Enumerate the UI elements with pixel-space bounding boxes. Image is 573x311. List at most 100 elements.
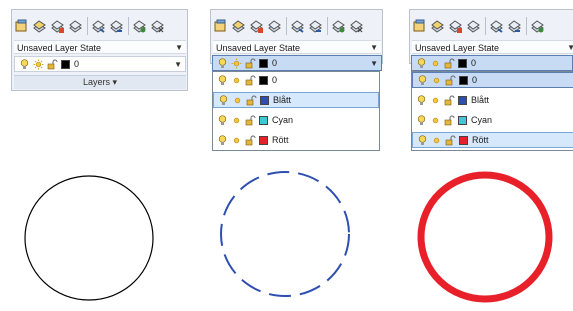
layer-dropdown-list: 0 Blått Cyan Rött	[212, 71, 380, 151]
layer-color-swatch	[458, 95, 467, 105]
lightbulb-icon[interactable]	[217, 134, 228, 146]
layer-list-item[interactable]: Cyan	[213, 112, 379, 128]
sun-icon[interactable]	[430, 58, 441, 69]
layer-dropdown-list: 0 Blått Cyan Rött	[411, 71, 573, 151]
layer-state-icon[interactable]	[32, 19, 47, 34]
layer-state-select[interactable]: Unsaved Layer State ▼	[412, 40, 573, 54]
layer-previous-icon[interactable]	[109, 19, 124, 34]
layer-name: 0	[272, 75, 278, 85]
layer-name: 0	[74, 59, 80, 69]
sun-icon[interactable]	[430, 115, 441, 126]
lightbulb-icon[interactable]	[417, 134, 428, 146]
layer-off-icon[interactable]	[349, 19, 364, 34]
lightbulb-icon[interactable]	[416, 57, 427, 69]
layer-name: Cyan	[471, 115, 493, 125]
toolbar-separator	[485, 17, 486, 35]
lock-icon[interactable]	[245, 75, 256, 86]
current-layer-select[interactable]: 0 ▼	[212, 55, 382, 71]
layer-color-swatch	[459, 75, 468, 85]
blue-dashed-circle	[220, 171, 350, 297]
current-layer-select[interactable]: 0	[411, 55, 573, 71]
sun-icon[interactable]	[231, 75, 242, 86]
sun-icon[interactable]	[232, 95, 243, 106]
lightbulb-icon[interactable]	[217, 74, 228, 86]
lock-icon[interactable]	[246, 95, 257, 106]
layer-match-icon[interactable]	[290, 19, 305, 34]
panel-expand-arrow: ▾	[112, 77, 118, 87]
sun-icon[interactable]	[231, 58, 242, 69]
layer-list-item[interactable]: Rött	[412, 132, 573, 148]
layer-toolbar	[213, 12, 367, 40]
sun-icon[interactable]	[431, 135, 442, 146]
sun-icon[interactable]	[431, 75, 442, 86]
layer-isolate-icon[interactable]	[68, 19, 83, 34]
layer-match-icon[interactable]	[489, 19, 504, 34]
lock-icon[interactable]	[444, 115, 455, 126]
layer-off-icon[interactable]	[150, 19, 165, 34]
layer-list-item[interactable]: Blått	[412, 92, 573, 108]
toolbar-separator	[128, 17, 129, 35]
lightbulb-icon[interactable]	[416, 94, 427, 106]
layer-previous-icon[interactable]	[308, 19, 323, 34]
layer-freeze-icon[interactable]	[132, 19, 147, 34]
lightbulb-icon[interactable]	[217, 114, 228, 126]
layer-properties-icon[interactable]	[412, 19, 427, 34]
layer-state-icon[interactable]	[231, 19, 246, 34]
sun-icon[interactable]	[430, 95, 441, 106]
layers-panel-1: Unsaved Layer State ▼ 0 ▼ Layers ▾	[11, 9, 188, 91]
layer-state-icon[interactable]	[430, 19, 445, 34]
layer-state-select[interactable]: Unsaved Layer State ▼	[213, 40, 381, 54]
layer-isolate-icon[interactable]	[466, 19, 481, 34]
layer-state-select[interactable]: Unsaved Layer State ▼	[14, 40, 186, 54]
toolbar-separator	[526, 17, 527, 35]
layer-state-label: Unsaved Layer State	[415, 43, 500, 53]
make-current-icon[interactable]	[249, 19, 264, 34]
layer-previous-icon[interactable]	[507, 19, 522, 34]
layer-freeze-icon[interactable]	[331, 19, 346, 34]
layer-name: 0	[272, 58, 278, 68]
layer-properties-icon[interactable]	[14, 19, 29, 34]
lightbulb-icon[interactable]	[416, 114, 427, 126]
black-solid-circle	[24, 175, 154, 301]
lightbulb-icon[interactable]	[417, 74, 428, 86]
sun-icon[interactable]	[231, 135, 242, 146]
layer-name: Rött	[272, 135, 289, 145]
layer-list-item[interactable]: Cyan	[412, 112, 573, 128]
chevron-down-icon: ▼	[370, 58, 378, 68]
layer-isolate-icon[interactable]	[267, 19, 282, 34]
lightbulb-icon[interactable]	[218, 94, 229, 106]
layer-match-icon[interactable]	[91, 19, 106, 34]
layer-list-item[interactable]: 0	[412, 72, 573, 88]
layer-list-item[interactable]: Blått	[213, 92, 379, 108]
layer-name: Cyan	[272, 115, 294, 125]
layer-color-swatch	[259, 135, 268, 145]
layer-name: Blått	[273, 95, 292, 105]
toolbar-separator	[327, 17, 328, 35]
layer-color-swatch	[260, 95, 269, 105]
make-current-icon[interactable]	[448, 19, 463, 34]
lock-icon[interactable]	[445, 75, 456, 86]
layer-color-swatch	[259, 115, 268, 125]
make-current-icon[interactable]	[50, 19, 65, 34]
lock-icon[interactable]	[444, 58, 455, 69]
layer-list-item[interactable]: Rött	[213, 132, 379, 148]
sun-icon[interactable]	[231, 115, 242, 126]
lock-icon[interactable]	[445, 135, 456, 146]
lock-icon[interactable]	[444, 95, 455, 106]
lock-icon[interactable]	[47, 59, 58, 70]
lightbulb-icon[interactable]	[19, 58, 30, 70]
lock-icon[interactable]	[245, 58, 256, 69]
lock-icon[interactable]	[245, 115, 256, 126]
layer-properties-icon[interactable]	[213, 19, 228, 34]
chevron-down-icon: ▼	[175, 43, 183, 52]
layer-freeze-icon[interactable]	[530, 19, 545, 34]
lock-icon[interactable]	[245, 135, 256, 146]
layer-list-item[interactable]: 0	[213, 72, 379, 88]
chevron-down-icon: ▼	[370, 43, 378, 52]
current-layer-select[interactable]: 0 ▼	[14, 56, 186, 72]
layers-panel-title[interactable]: Layers ▾	[14, 75, 186, 89]
layer-name: 0	[471, 58, 477, 68]
lightbulb-icon[interactable]	[217, 57, 228, 69]
sun-icon[interactable]	[33, 59, 44, 70]
layer-toolbar	[412, 12, 548, 40]
